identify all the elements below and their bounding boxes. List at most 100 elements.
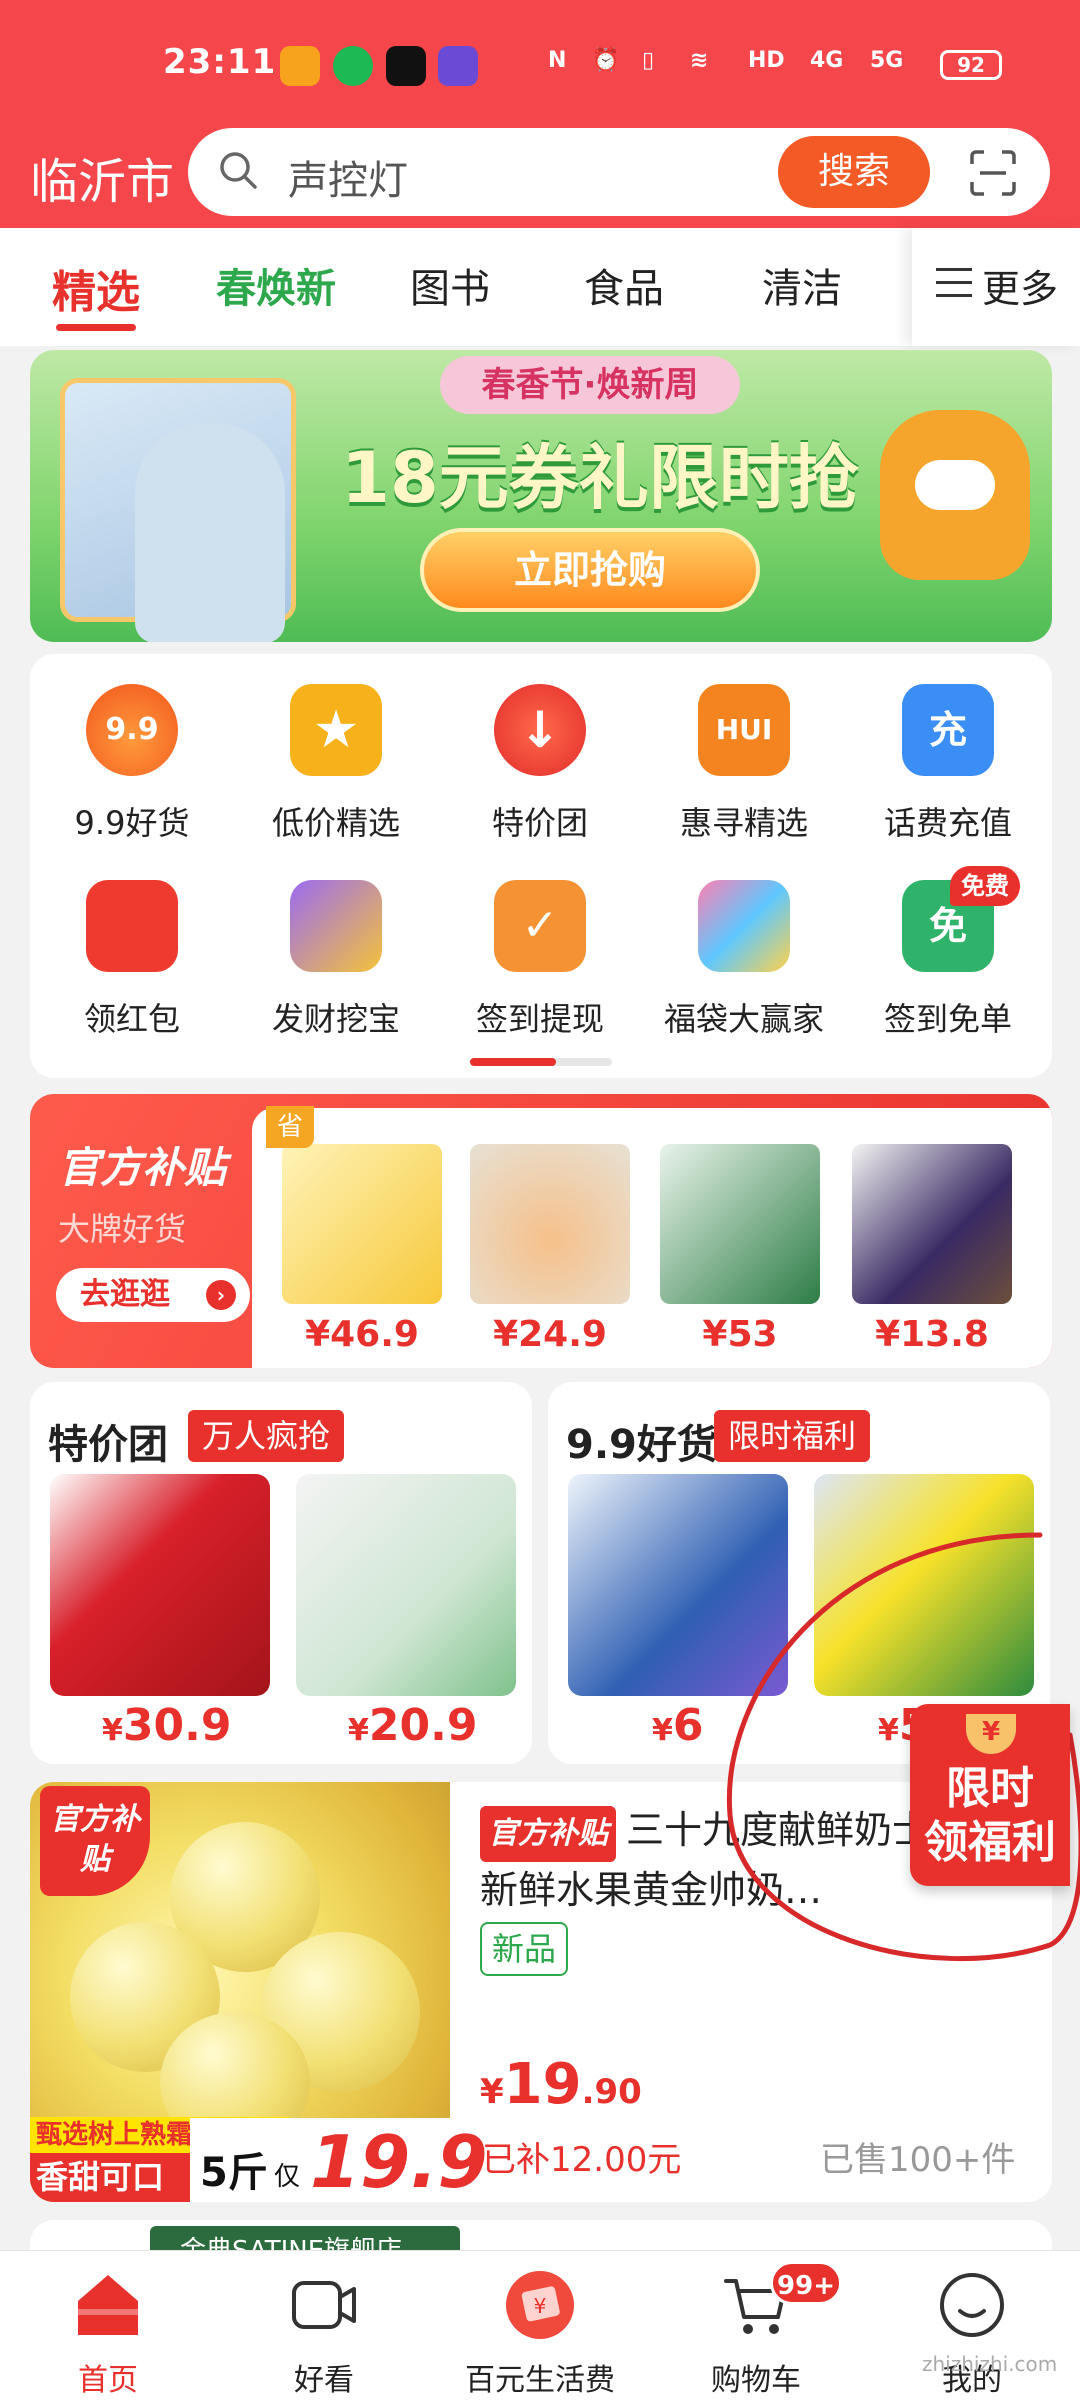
product-slogan-2: 香甜可口 xyxy=(30,2153,190,2202)
bottom-navigation: 首页 好看 ¥ 百元生活费 购物车 我的 99+ xyxy=(0,2250,1080,2400)
subsidy-product[interactable]: ¥46.9 xyxy=(282,1144,442,1355)
coin-icon: ¥ xyxy=(966,1714,1016,1754)
group-deal-card[interactable]: 特价团 万人疯抢 ¥30.9 ¥20.9 xyxy=(30,1382,532,1764)
subsidy-product[interactable]: ¥13.8 xyxy=(852,1144,1012,1355)
official-subsidy-badge: 官方补贴 xyxy=(40,1786,150,1896)
header-bar: 23:11 N ⏰ ▯ ≋ HD 4G 5G 92 临沂市 声控灯 搜索 xyxy=(0,0,1080,228)
quick-item-group[interactable]: ↓ 特价团 xyxy=(438,684,642,844)
official-tag: 官方补贴 xyxy=(480,1806,616,1862)
cart-count-badge: 99+ xyxy=(770,2261,842,2305)
subsidy-product[interactable]: ¥24.9 xyxy=(470,1144,630,1355)
only-label: 仅 xyxy=(274,2162,301,2192)
subsidy-product[interactable]: ¥53 xyxy=(660,1144,820,1355)
image-price-block: 5斤 仅 19.9 xyxy=(190,2118,488,2202)
search-button[interactable]: 搜索 xyxy=(778,136,930,208)
product-price: ¥19.90 xyxy=(480,2052,642,2117)
home-icon xyxy=(78,2275,138,2335)
quick-item-label: 发财挖宝 xyxy=(271,1000,400,1038)
banner-cta-button[interactable]: 立即抢购 xyxy=(420,528,760,612)
product-price: ¥46.9 xyxy=(305,1314,419,1355)
scroll-thumb xyxy=(470,1058,556,1066)
product-image: 官方补贴 甄选树上熟霜降果 香甜可口 5斤 仅 19.9 xyxy=(30,1782,488,2202)
hd-icon: HD xyxy=(748,48,785,73)
flame-icon: 9.9 xyxy=(86,684,178,776)
subsidy-amount: 已补12.00元 xyxy=(482,2140,682,2180)
city-selector[interactable]: 临沂市 xyxy=(30,142,174,212)
quick-item-label: 特价团 xyxy=(491,804,588,842)
subsidy-subtitle: 大牌好货 xyxy=(58,1210,187,1248)
fire-arrow-icon: ↓ xyxy=(494,684,586,776)
quick-item-label: 话费充值 xyxy=(883,804,1012,842)
promo-banner[interactable]: 春香节·焕新周 18元券礼限时抢 立即抢购 xyxy=(30,350,1052,642)
search-icon xyxy=(220,152,257,189)
quick-item-hui[interactable]: HUI 惠寻精选 xyxy=(642,684,846,844)
quick-item-recharge[interactable]: 充 话费充值 xyxy=(846,684,1050,844)
quick-item-checkin[interactable]: ✓ 签到提现 xyxy=(438,880,642,1040)
signal-4g-icon: 4G xyxy=(810,48,844,73)
nav-watch[interactable]: 好看 xyxy=(216,2269,432,2399)
nav-label: 购物车 xyxy=(711,2363,801,2398)
quick-item-label: 福袋大赢家 xyxy=(663,1000,824,1038)
card-title: 9.9好货 xyxy=(566,1422,717,1468)
tab-food[interactable]: 食品 xyxy=(584,256,664,314)
product-price: ¥6 xyxy=(652,1700,704,1751)
tab-cleaning[interactable]: 清洁 xyxy=(762,256,842,314)
wifi-icon: ≋ xyxy=(690,48,709,73)
svg-text:¥: ¥ xyxy=(534,2294,547,2318)
more-tabs-button[interactable]: 更多 xyxy=(912,228,1080,346)
welfare-line1: 限时 xyxy=(946,1763,1034,1814)
quick-item-redpacket[interactable]: 领红包 xyxy=(30,880,234,1040)
browse-label: 去逛逛 xyxy=(80,1277,170,1312)
nav-home[interactable]: 首页 xyxy=(0,2269,216,2399)
quick-item-label: 惠寻精选 xyxy=(679,804,808,842)
phone-recharge-icon: 充 xyxy=(902,684,994,776)
calendar-check-icon: ✓ xyxy=(494,880,586,972)
product-image xyxy=(852,1144,1012,1304)
limited-welfare-float-button[interactable]: ¥ 限时 领福利 xyxy=(910,1704,1070,1886)
gift-icon: ¥ xyxy=(506,2271,574,2339)
mascot-illustration xyxy=(880,410,1030,580)
signal-5g-icon: 5G xyxy=(870,48,904,73)
watermark: zhizhizhi.com xyxy=(922,2352,1058,2376)
music-app-icon xyxy=(333,46,373,86)
tab-selected[interactable]: 精选 xyxy=(52,256,140,320)
banner-product-photo xyxy=(60,378,296,642)
video-icon xyxy=(292,2281,356,2329)
product-price: ¥24.9 xyxy=(493,1314,607,1355)
search-bar[interactable]: 声控灯 搜索 xyxy=(188,128,1050,216)
product-image xyxy=(660,1144,820,1304)
menu-icon xyxy=(936,268,972,297)
tiktok-icon xyxy=(386,46,426,86)
nav-label: 好看 xyxy=(294,2363,354,2398)
hui-icon: HUI xyxy=(698,684,790,776)
app-notification-icon xyxy=(280,46,320,86)
product-image xyxy=(282,1144,442,1304)
quick-item-lowprice[interactable]: ★ 低价精选 xyxy=(234,684,438,844)
tab-books[interactable]: 图书 xyxy=(410,256,490,314)
product-price: ¥13.8 xyxy=(875,1314,989,1355)
nav-living-fund[interactable]: ¥ 百元生活费 xyxy=(432,2269,648,2399)
alarm-icon: ⏰ xyxy=(592,48,620,73)
search-input[interactable]: 声控灯 xyxy=(288,148,408,206)
grid-scroll-indicator xyxy=(470,1058,612,1066)
red-envelope-icon xyxy=(86,880,178,972)
quick-item-label: 签到提现 xyxy=(475,1000,604,1038)
scan-icon[interactable] xyxy=(968,148,1018,198)
quick-item-luckybag[interactable]: 福袋大赢家 xyxy=(642,880,846,1040)
browse-button[interactable]: 去逛逛 › xyxy=(56,1268,250,1322)
official-subsidy-section[interactable]: 官方补贴 大牌好货 去逛逛 › ¥46.9 ¥24.9 ¥53 ¥13.8 省 xyxy=(30,1094,1052,1368)
quick-item-dig[interactable]: 发财挖宝 xyxy=(234,880,438,1040)
nav-label: 百元生活费 xyxy=(465,2363,615,2398)
product-image xyxy=(470,1144,630,1304)
quick-item-freeorder[interactable]: 免 签到免单 xyxy=(846,880,1050,1040)
nav-profile[interactable]: 我的 xyxy=(864,2269,1080,2399)
card-tag: 万人疯抢 xyxy=(188,1410,345,1462)
quick-entry-grid: 9.9 9.9好货 ★ 低价精选 ↓ 特价团 HUI 惠寻精选 充 话费充值 领… xyxy=(30,654,1052,1078)
chevron-right-icon: › xyxy=(206,1280,236,1310)
status-time: 23:11 xyxy=(163,42,277,82)
quick-item-label: 领红包 xyxy=(83,1000,180,1038)
quick-item-99[interactable]: 9.9 9.9好货 xyxy=(30,684,234,844)
quick-item-label: 9.9好货 xyxy=(74,804,190,842)
tab-spring[interactable]: 春焕新 xyxy=(216,256,336,314)
nfc-icon: N xyxy=(548,48,567,73)
